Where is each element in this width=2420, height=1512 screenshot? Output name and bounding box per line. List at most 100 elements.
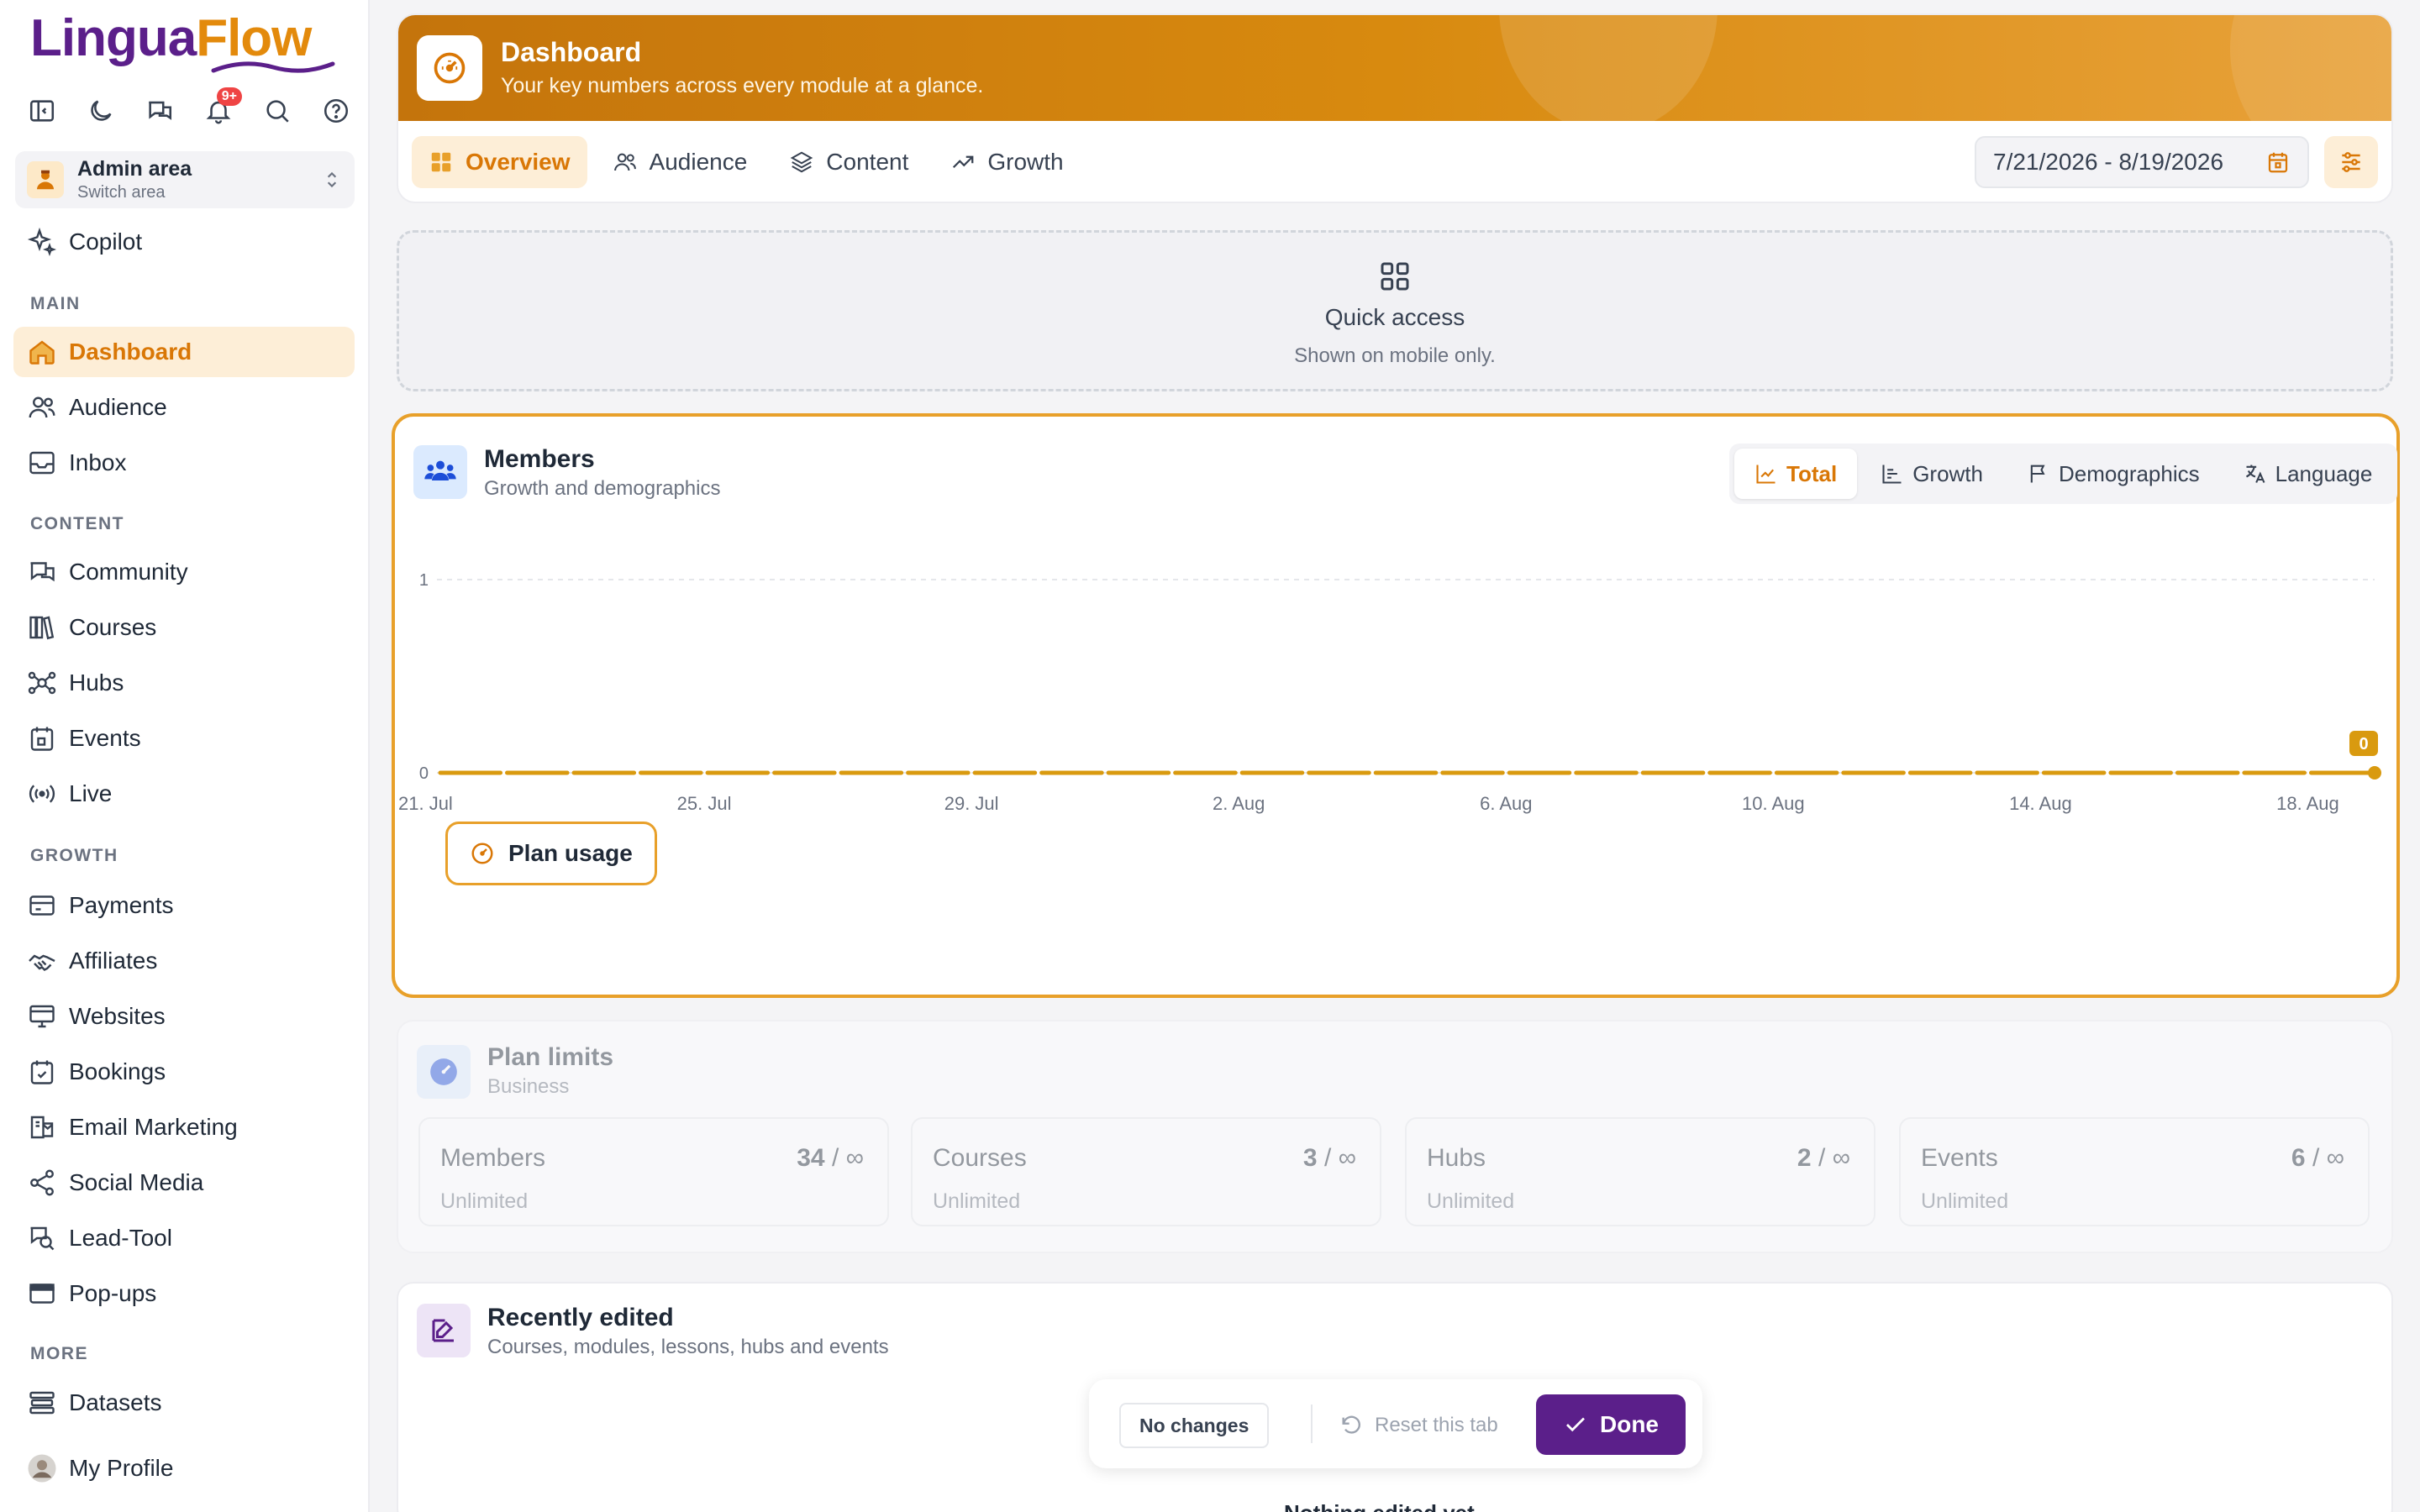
sidebar-item-label: Affiliates <box>69 948 158 974</box>
sidebar: LinguaFlow 9+ Admin area Switch area Cop… <box>0 0 370 1512</box>
sidebar-item-popups[interactable]: Pop-ups <box>13 1268 355 1319</box>
x-tick-label: 6. Aug <box>1480 793 1532 814</box>
sidebar-item-websites[interactable]: Websites <box>13 991 355 1042</box>
gauge-icon <box>417 1045 471 1099</box>
limit-members: Members 34 / ∞ Unlimited <box>418 1117 889 1226</box>
sidebar-item-payments[interactable]: Payments <box>13 880 355 931</box>
x-tick-label: 10. Aug <box>1742 793 1805 814</box>
sidebar-item-affiliates[interactable]: Affiliates <box>13 936 355 986</box>
books-icon <box>29 616 55 640</box>
sidebar-item-live[interactable]: Live <box>13 769 355 819</box>
layers-icon <box>790 151 813 173</box>
calendar-check-icon <box>30 1060 54 1084</box>
plan-limits-title: Plan limits <box>487 1043 614 1071</box>
help-button[interactable] <box>316 94 356 128</box>
sidebar-item-label: Dashboard <box>69 339 192 365</box>
database-icon <box>29 1391 55 1415</box>
sidebar-item-label: Inbox <box>69 449 127 475</box>
quick-access-title: Quick access <box>1324 304 1465 330</box>
community-chat-icon <box>30 562 55 582</box>
logo-swoosh-icon <box>211 61 335 73</box>
gauge-icon <box>417 35 482 101</box>
sidebar-item-dashboard[interactable]: Dashboard <box>13 327 355 377</box>
x-tick-label: 18. Aug <box>2276 793 2339 814</box>
tab-overview[interactable]: Overview <box>412 136 587 188</box>
x-tick-label: 29. Jul <box>944 793 999 814</box>
area-subtitle: Switch area <box>77 183 166 202</box>
section-more: MORE <box>30 1344 88 1363</box>
reset-tab-button[interactable]: Reset this tab <box>1339 1403 1498 1448</box>
users-icon <box>613 153 636 171</box>
handshake-icon <box>29 954 55 971</box>
profile-avatar-icon <box>28 1454 56 1483</box>
filter-settings-button[interactable] <box>2324 136 2378 188</box>
dashboard-header: Dashboard Your key numbers across every … <box>397 13 2393 203</box>
sidebar-item-audience[interactable]: Audience <box>13 382 355 433</box>
y-tick-label: 0 <box>419 764 429 783</box>
plan-limits-card: Plan limits Business Members 34 / ∞ Unli… <box>397 1020 2393 1253</box>
sidebar-item-label: Copilot <box>69 228 143 255</box>
page-title: Dashboard <box>501 37 642 67</box>
search-button[interactable] <box>257 94 297 128</box>
recently-edited-title: Recently edited <box>487 1304 674 1331</box>
header-banner: Dashboard Your key numbers across every … <box>398 15 2391 121</box>
no-changes-status: No changes <box>1119 1403 1270 1448</box>
sidebar-toolbar: 9+ <box>22 87 356 128</box>
done-button[interactable]: Done <box>1536 1394 1686 1455</box>
sidebar-item-hubs[interactable]: Hubs <box>13 658 355 708</box>
broadcast-icon <box>29 785 55 803</box>
sidebar-item-bookings[interactable]: Bookings <box>13 1047 355 1097</box>
last-value-label: 0 <box>2359 735 2368 753</box>
main-content: Dashboard Your key numbers across every … <box>370 0 2420 1512</box>
sidebar-item-inbox[interactable]: Inbox <box>13 438 355 488</box>
calendar-icon <box>30 727 54 751</box>
tab-content[interactable]: Content <box>772 136 925 188</box>
section-main: MAIN <box>30 294 81 313</box>
trending-up-icon <box>953 155 974 169</box>
credit-card-icon <box>29 895 55 916</box>
sidebar-item-label: Social Media <box>69 1169 204 1195</box>
sparkles-icon <box>27 227 57 257</box>
empty-state-text: Nothing edited yet <box>1284 1500 1475 1512</box>
share-icon <box>30 1169 54 1196</box>
hub-network-icon <box>28 671 56 695</box>
sidebar-item-social-media[interactable]: Social Media <box>13 1158 355 1208</box>
edit-icon <box>417 1304 471 1357</box>
sidebar-item-lead-tool[interactable]: Lead-Tool <box>13 1213 355 1263</box>
sidebar-item-email-marketing[interactable]: Email Marketing <box>13 1102 355 1152</box>
date-range-picker[interactable]: 7/21/2026 - 8/19/2026 <box>1975 136 2309 188</box>
sidebar-item-community[interactable]: Community <box>13 547 355 597</box>
tab-growth[interactable]: Growth <box>934 136 1080 188</box>
sidebar-item-label: Courses <box>69 614 157 640</box>
help-icon <box>324 98 349 123</box>
quick-access-placeholder: Quick access Shown on mobile only. <box>397 230 2393 391</box>
home-icon <box>29 340 55 365</box>
collapse-icon <box>29 100 55 122</box>
collapse-sidebar-button[interactable] <box>22 94 62 128</box>
recently-edited-subtitle: Courses, modules, lessons, hubs and even… <box>487 1336 889 1358</box>
sidebar-item-label: Websites <box>69 1003 166 1029</box>
sidebar-item-copilot[interactable]: Copilot <box>13 217 355 267</box>
plan-limits-subtitle: Business <box>487 1075 570 1098</box>
section-content: CONTENT <box>30 514 124 533</box>
dark-mode-button[interactable] <box>81 94 121 128</box>
notifications-button[interactable]: 9+ <box>198 87 242 128</box>
tab-audience[interactable]: Audience <box>596 136 765 188</box>
sidebar-item-courses[interactable]: Courses <box>13 602 355 653</box>
plan-usage-button[interactable]: Plan usage <box>445 822 657 885</box>
sidebar-item-datasets[interactable]: Datasets <box>13 1378 355 1428</box>
sidebar-item-my-profile[interactable]: My Profile <box>13 1443 355 1494</box>
sidebar-item-events[interactable]: Events <box>13 713 355 764</box>
mail-icon <box>30 1116 54 1139</box>
x-tick-label: 25. Jul <box>677 793 732 814</box>
limit-hubs: Hubs 2 / ∞ Unlimited <box>1405 1117 1876 1226</box>
sidebar-item-label: Community <box>69 559 188 585</box>
area-switcher[interactable]: Admin area Switch area <box>15 151 355 208</box>
sidebar-item-label: Audience <box>69 394 167 420</box>
sidebar-item-label: Hubs <box>69 669 124 696</box>
chevron-updown-icon <box>327 171 337 188</box>
messages-button[interactable] <box>139 94 180 128</box>
calendar-icon <box>2268 152 2288 173</box>
undo-icon <box>1342 1415 1360 1434</box>
x-tick-label: 14. Aug <box>2009 793 2072 814</box>
